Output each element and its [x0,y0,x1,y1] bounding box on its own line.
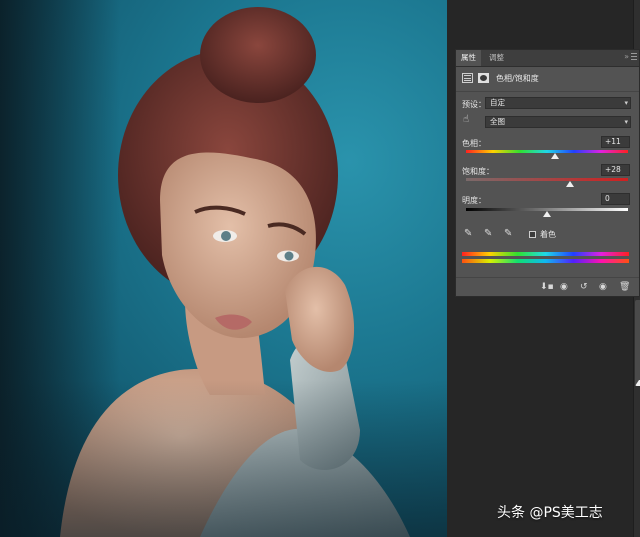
reset-icon[interactable]: ↺ [580,282,588,293]
colorize-label: 着色 [540,230,556,239]
eyedropper-subtract-icon[interactable]: ✎ [504,228,512,239]
panel-tab-bar: 属性 调整 » [456,50,639,67]
lightness-slider-thumb[interactable] [543,211,551,217]
lightness-value-field[interactable]: 0 [601,193,630,205]
tab-properties[interactable]: 属性 [456,50,481,66]
chevron-down-icon: ▾ [624,99,628,107]
clip-to-layer-icon[interactable]: ⬇▪ [540,282,554,293]
divider [456,91,639,92]
panel-menu-icon[interactable] [631,53,637,61]
saturation-label: 饱和度： [462,167,494,176]
saturation-value-field[interactable]: +28 [601,164,630,176]
hue-value-field[interactable]: +11 [601,136,630,148]
saturation-slider-thumb[interactable] [565,181,574,187]
channel-value: 全图 [490,117,505,126]
targeted-adjustment-hand-icon[interactable]: ☝ [463,114,475,126]
result-color-bar [462,259,629,263]
preset-dropdown[interactable]: 自定 ▾ [485,97,631,109]
colorize-checkbox[interactable] [529,231,536,238]
double-chevron-right-icon[interactable]: » [624,52,629,61]
tab-adjustments[interactable]: 调整 [484,50,509,66]
eyedropper-icon[interactable]: ✎ [464,228,472,239]
adjustment-title: 色相/饱和度 [496,74,539,83]
chevron-down-icon: ▾ [624,118,628,126]
properties-panel: 属性 调整 » 色相/饱和度 预设： 自定 ▾ ☝ 全图 ▾ 色相： +11 饱… [455,49,640,297]
photo-canvas [0,0,447,537]
visibility-eye-icon[interactable]: ◉ [599,282,607,293]
backdrop-low-shadow [0,380,447,537]
trash-icon[interactable]: 🗑 [619,282,630,293]
preset-label: 预设： [462,100,486,109]
layer-mask-icon[interactable] [478,73,489,83]
scrollbar-thumb[interactable] [635,300,640,386]
source-color-bar [462,252,629,256]
saturation-slider-track[interactable] [466,178,628,181]
adjustment-layer-icon[interactable] [462,73,473,83]
eyedropper-add-icon[interactable]: ✎ [484,228,492,239]
channel-dropdown[interactable]: 全图 ▾ [485,116,631,128]
hue-slider-track[interactable] [466,150,628,153]
hue-slider-thumb[interactable] [551,153,560,159]
lightness-label: 明度： [462,196,486,205]
panel-footer: ⬇▪ ◉ ↺ ◉ 🗑 [456,277,639,297]
watermark-text: 头条 @PS美工志 [497,505,603,521]
view-previous-icon[interactable]: ◉ [560,282,568,293]
hue-label: 色相： [462,139,486,148]
preset-value: 自定 [490,98,505,107]
